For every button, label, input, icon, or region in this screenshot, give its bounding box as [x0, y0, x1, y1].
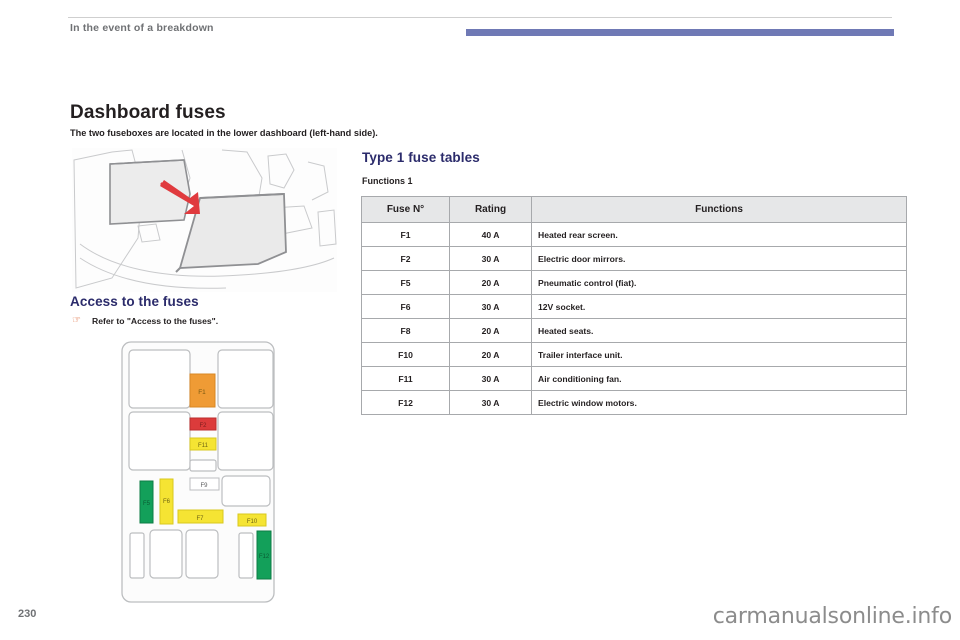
svg-text:F6: F6: [163, 499, 171, 505]
cell-rating: 40 A: [449, 222, 532, 247]
svg-text:F7: F7: [196, 516, 204, 522]
page-intro-text: The two fuseboxes are located in the low…: [70, 128, 378, 138]
header-accent-bar: [466, 29, 894, 36]
table-row: F1 40 A Heated rear screen.: [361, 222, 907, 247]
table-row: F2 30 A Electric door mirrors.: [361, 246, 907, 271]
table-row: F12 30 A Electric window motors.: [361, 390, 907, 415]
table-row: F8 20 A Heated seats.: [361, 318, 907, 343]
site-watermark: carmanualsonline.info: [712, 604, 952, 629]
cell-rating: 30 A: [449, 246, 532, 271]
page-title: Dashboard fuses: [70, 102, 226, 123]
cell-function: 12V socket.: [531, 294, 907, 319]
fuse-tables-title: Type 1 fuse tables: [362, 150, 480, 165]
table-header-row: Fuse N° Rating Functions: [361, 196, 907, 223]
header-divider: [68, 17, 892, 18]
cell-rating: 20 A: [449, 318, 532, 343]
fusebox-layout-diagram: F1 F2 F11 F9 F5 F6 F7 F10 F12: [72, 338, 337, 606]
column-header-fuse: Fuse N°: [361, 196, 450, 223]
fusebox-diagram-svg: F1 F2 F11 F9 F5 F6 F7 F10 F12: [72, 338, 337, 606]
fuse-table: Fuse N° Rating Functions F1 40 A Heated …: [361, 196, 907, 415]
fuse-tables-subtitle: Functions 1: [362, 176, 413, 186]
cell-fuse-number: F10: [361, 342, 450, 367]
dashboard-fusebox-illustration: [72, 148, 337, 292]
cell-rating: 20 A: [449, 342, 532, 367]
column-header-rating: Rating: [449, 196, 532, 223]
svg-text:F5: F5: [143, 501, 151, 507]
dashboard-illustration-svg: [72, 148, 337, 292]
svg-text:F2: F2: [199, 423, 207, 429]
cell-fuse-number: F8: [361, 318, 450, 343]
fuse-table-body: F1 40 A Heated rear screen. F2 30 A Elec…: [361, 222, 907, 415]
svg-text:F9: F9: [200, 483, 208, 489]
svg-text:F11: F11: [198, 443, 209, 449]
cell-function: Air conditioning fan.: [531, 366, 907, 391]
access-bullet-label: Refer to "Access to the fuses".: [92, 316, 219, 326]
cell-fuse-number: F1: [361, 222, 450, 247]
cell-function: Trailer interface unit.: [531, 342, 907, 367]
cell-function: Electric door mirrors.: [531, 246, 907, 271]
table-row: F10 20 A Trailer interface unit.: [361, 342, 907, 367]
table-row: F5 20 A Pneumatic control (fiat).: [361, 270, 907, 295]
table-row: F11 30 A Air conditioning fan.: [361, 366, 907, 391]
cell-function: Electric window motors.: [531, 390, 907, 415]
cell-fuse-number: F12: [361, 390, 450, 415]
svg-text:F1: F1: [198, 389, 206, 396]
cell-function: Heated seats.: [531, 318, 907, 343]
table-row: F6 30 A 12V socket.: [361, 294, 907, 319]
column-header-functions: Functions: [531, 196, 907, 223]
cell-function: Pneumatic control (fiat).: [531, 270, 907, 295]
manual-page: In the event of a breakdown Dashboard fu…: [0, 0, 960, 640]
svg-text:F12: F12: [259, 554, 270, 560]
cell-fuse-number: F5: [361, 270, 450, 295]
running-header-title: In the event of a breakdown: [70, 22, 214, 34]
access-section-title: Access to the fuses: [70, 294, 199, 309]
cell-rating: 30 A: [449, 294, 532, 319]
cell-fuse-number: F6: [361, 294, 450, 319]
cell-fuse-number: F11: [361, 366, 450, 391]
access-bullet: ☞ Refer to "Access to the fuses".: [72, 316, 338, 327]
cell-rating: 30 A: [449, 366, 532, 391]
page-number: 230: [18, 608, 37, 620]
cell-fuse-number: F2: [361, 246, 450, 271]
cell-rating: 30 A: [449, 390, 532, 415]
cell-rating: 20 A: [449, 270, 532, 295]
pointer-hand-icon: ☞: [72, 315, 81, 326]
svg-text:F10: F10: [247, 519, 258, 525]
cell-function: Heated rear screen.: [531, 222, 907, 247]
